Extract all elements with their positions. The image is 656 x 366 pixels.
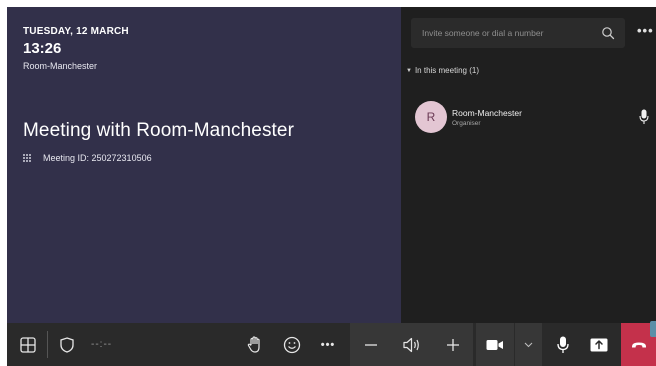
shield-icon — [60, 336, 74, 353]
more-options-button[interactable]: ••• — [316, 323, 340, 366]
mic-icon — [557, 336, 569, 353]
speaker-icon — [403, 337, 419, 352]
participants-panel: ••• ▼ In this meeting (1) R Room-Manches… — [401, 7, 656, 323]
search-icon[interactable] — [601, 26, 615, 40]
room-name: Room-Manchester — [23, 61, 98, 71]
camera-divider — [514, 323, 515, 366]
volume-down-button[interactable] — [356, 323, 386, 366]
raise-hand-icon — [247, 335, 260, 353]
call-timer: --:-- — [91, 339, 113, 350]
raise-hand-button[interactable] — [243, 323, 267, 366]
meeting-title: Meeting with Room-Manchester — [23, 120, 295, 141]
in-meeting-section-toggle[interactable]: ▼ In this meeting (1) — [406, 66, 479, 75]
chevron-down-icon — [524, 342, 532, 347]
meeting-id: Meeting ID: 250272310506 — [43, 153, 152, 163]
invite-search-input[interactable] — [422, 18, 592, 48]
security-button[interactable] — [55, 323, 79, 366]
meeting-date: TUESDAY, 12 MARCH — [23, 26, 129, 37]
reactions-button[interactable] — [280, 323, 304, 366]
hang-up-icon — [631, 342, 646, 347]
camera-button[interactable] — [482, 323, 508, 366]
share-icon — [590, 338, 608, 351]
meeting-info-panel: TUESDAY, 12 MARCH 13:26 Room-Manchester … — [7, 7, 401, 323]
toolbar-divider — [47, 331, 48, 358]
section-label: In this meeting (1) — [414, 66, 479, 75]
panel-more-button[interactable]: ••• — [637, 24, 654, 37]
mic-button[interactable] — [552, 323, 574, 366]
participant-item[interactable]: R Room-Manchester Organiser — [415, 101, 651, 133]
share-button[interactable] — [587, 323, 611, 366]
emoji-icon — [283, 336, 301, 353]
meeting-id-row: Meeting ID: 250272310506 — [23, 153, 152, 163]
meeting-time: 13:26 — [23, 40, 62, 57]
camera-controls — [476, 323, 542, 366]
layout-button[interactable] — [13, 323, 43, 366]
call-toolbar: --:-- ••• — [7, 323, 656, 366]
dialpad-icon — [23, 153, 32, 163]
participant-role: Organiser — [452, 120, 481, 127]
participant-mic-icon — [639, 109, 649, 124]
volume-up-icon — [447, 338, 459, 351]
layout-icon — [20, 336, 36, 353]
camera-options-button[interactable] — [518, 323, 538, 366]
volume-down-icon — [365, 343, 377, 346]
teams-room-window: TUESDAY, 12 MARCH 13:26 Room-Manchester … — [7, 7, 656, 366]
caret-down-icon: ▼ — [406, 67, 412, 74]
camera-icon — [486, 339, 503, 350]
invite-search-box[interactable] — [411, 18, 625, 48]
edge-handle[interactable] — [650, 321, 656, 337]
volume-controls — [350, 323, 473, 366]
avatar: R — [415, 101, 447, 133]
volume-up-button[interactable] — [438, 323, 468, 366]
participant-name: Room-Manchester — [452, 108, 522, 118]
speaker-button[interactable] — [396, 323, 428, 366]
